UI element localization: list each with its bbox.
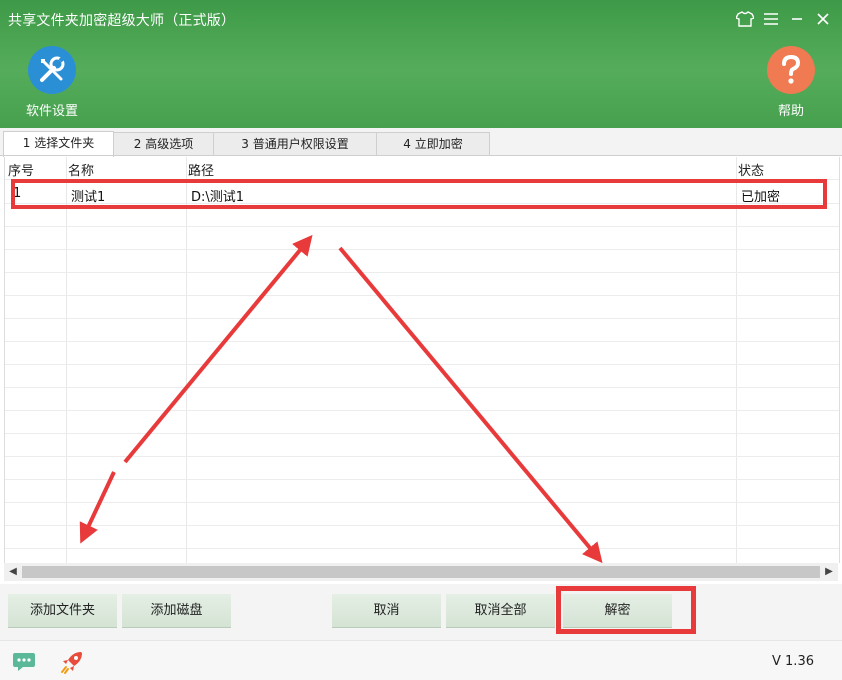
help-button[interactable]: 帮助 bbox=[756, 46, 826, 119]
row-divider bbox=[5, 295, 839, 296]
row-divider bbox=[5, 479, 839, 480]
column-header-index[interactable]: 序号 bbox=[8, 160, 34, 179]
scrollbar-thumb[interactable] bbox=[22, 566, 820, 578]
settings-button[interactable]: 软件设置 bbox=[17, 46, 87, 119]
scroll-right-icon[interactable]: ▶ bbox=[820, 563, 838, 581]
row-divider bbox=[5, 502, 839, 503]
version-label: V 1.36 bbox=[772, 654, 814, 669]
annotation-button-highlight bbox=[556, 586, 696, 634]
column-header-path[interactable]: 路径 bbox=[188, 160, 214, 179]
row-divider bbox=[5, 548, 839, 549]
row-divider bbox=[5, 456, 839, 457]
add-folder-button[interactable]: 添加文件夹 bbox=[8, 594, 117, 628]
row-divider bbox=[5, 433, 839, 434]
title-header: 共享文件夹加密超级大师（正式版） 软件设置 帮助 bbox=[0, 0, 842, 128]
row-divider bbox=[5, 272, 839, 273]
add-disk-button[interactable]: 添加磁盘 bbox=[122, 594, 231, 628]
column-header-name[interactable]: 名称 bbox=[68, 160, 94, 179]
row-divider bbox=[5, 387, 839, 388]
row-divider bbox=[5, 341, 839, 342]
row-divider bbox=[5, 525, 839, 526]
status-bar: V 1.36 bbox=[0, 640, 842, 680]
folder-table: 序号 名称 路径 状态 1 测试1 D:\测试1 已加密 bbox=[4, 157, 840, 563]
action-bar: 添加文件夹 添加磁盘 取消 取消全部 解密 bbox=[0, 584, 842, 640]
scroll-left-icon[interactable]: ◀ bbox=[4, 563, 22, 581]
tab-encrypt-now[interactable]: 4 立即加密 bbox=[376, 132, 490, 156]
row-divider bbox=[5, 410, 839, 411]
menu-icon[interactable] bbox=[758, 6, 784, 32]
chat-icon[interactable] bbox=[11, 649, 37, 675]
minimize-icon[interactable] bbox=[784, 6, 810, 32]
tab-select-folder[interactable]: 1 选择文件夹 bbox=[3, 131, 114, 157]
tab-divider bbox=[0, 155, 842, 156]
tools-icon bbox=[28, 46, 76, 94]
skin-icon[interactable] bbox=[732, 6, 758, 32]
tab-user-permissions[interactable]: 3 普通用户权限设置 bbox=[213, 132, 377, 156]
horizontal-scrollbar[interactable]: ◀ ▶ bbox=[4, 563, 838, 581]
annotation-row-highlight bbox=[11, 179, 827, 209]
row-divider bbox=[5, 364, 839, 365]
rocket-icon[interactable] bbox=[59, 649, 85, 675]
cancel-button[interactable]: 取消 bbox=[332, 594, 441, 628]
row-divider bbox=[5, 249, 839, 250]
column-header-status[interactable]: 状态 bbox=[738, 160, 764, 179]
row-divider bbox=[5, 226, 839, 227]
close-icon[interactable] bbox=[810, 6, 836, 32]
row-divider bbox=[5, 318, 839, 319]
app-window: 共享文件夹加密超级大师（正式版） 软件设置 帮助 1 选择文件夹 2 高级选项 … bbox=[0, 0, 842, 680]
cancel-all-button[interactable]: 取消全部 bbox=[446, 594, 555, 628]
tab-advanced-options[interactable]: 2 高级选项 bbox=[113, 132, 214, 156]
tab-bar: 1 选择文件夹 2 高级选项 3 普通用户权限设置 4 立即加密 bbox=[0, 128, 842, 157]
question-icon bbox=[767, 46, 815, 94]
settings-label: 软件设置 bbox=[25, 104, 78, 119]
help-label: 帮助 bbox=[777, 104, 804, 119]
window-title: 共享文件夹加密超级大师（正式版） bbox=[8, 13, 236, 29]
